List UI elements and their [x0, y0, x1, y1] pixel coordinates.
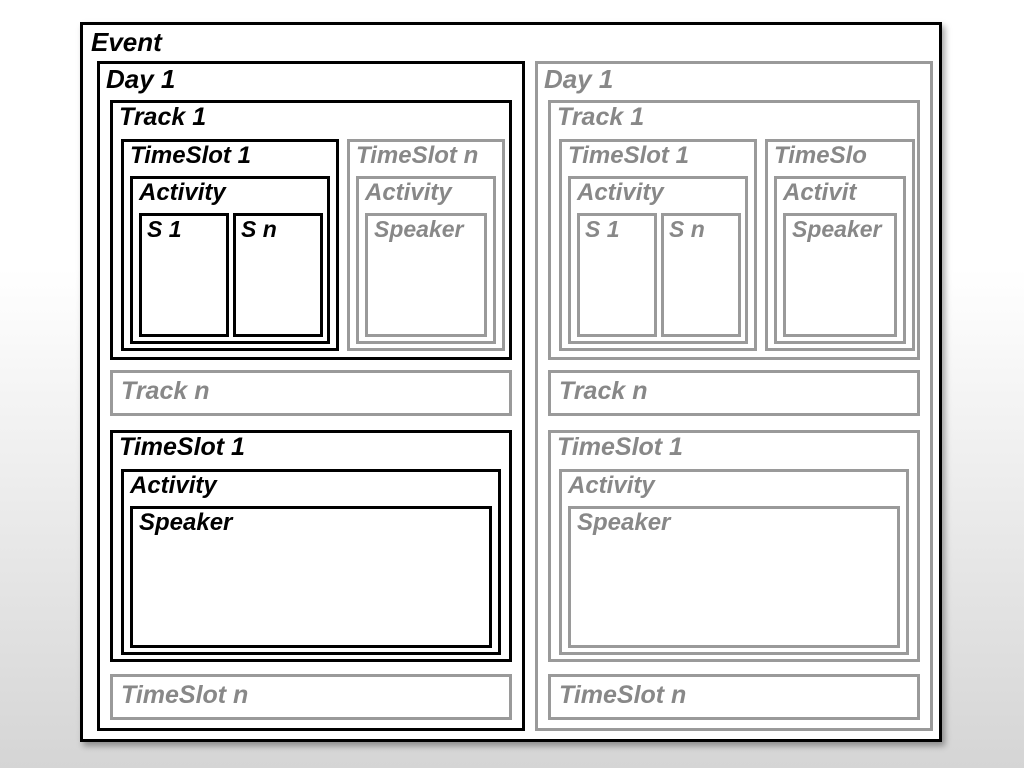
left-ts1-s1-box: S 1	[139, 213, 229, 337]
left-tsn-title: TimeSlot n	[356, 142, 478, 170]
left-tsn-activity-label: Activity	[365, 179, 452, 207]
left-day-box: Day 1 Track 1 TimeSlot 1 Activity S 1 S …	[97, 61, 525, 731]
right-timeslotn-label: TimeSlot n	[559, 681, 686, 710]
right-ts1-activity-box: Activity S 1 S n	[568, 176, 748, 344]
right-tsn-activity-label: Activit	[783, 179, 856, 207]
right-tsn-speaker-label: Speaker	[792, 216, 892, 242]
right-day-box: Day 1 Track 1 TimeSlot 1 Activity S 1 S …	[535, 61, 933, 731]
left-tsn-speaker-label: Speaker	[374, 216, 464, 243]
left-tsn-speaker-box: Speaker	[365, 213, 487, 337]
left-ts1-sn-box: S n	[233, 213, 323, 337]
left-ts1-sn-label: S n	[241, 216, 277, 243]
left-timeslot1-title: TimeSlot 1	[119, 433, 245, 462]
right-track1-title: Track 1	[557, 103, 644, 132]
left-timeslot1-speaker-box: Speaker	[130, 506, 492, 648]
right-trackn-label: Track n	[559, 377, 647, 406]
left-timeslot1-speaker-label: Speaker	[139, 509, 232, 537]
right-ts1-sn-box: S n	[661, 213, 741, 337]
right-timeslot1-box: TimeSlot 1 Activity Speaker	[548, 430, 920, 662]
left-timeslot1-activity-label: Activity	[130, 472, 217, 500]
right-timeslot1-speaker-box: Speaker	[568, 506, 900, 648]
left-timeslotn-label: TimeSlot n	[121, 681, 248, 710]
left-tsn-activity-box: Activity Speaker	[356, 176, 496, 344]
right-ts1-box: TimeSlot 1 Activity S 1 S n	[559, 139, 757, 351]
right-track1-box: Track 1 TimeSlot 1 Activity S 1 S n Time…	[548, 100, 920, 360]
left-trackn-label: Track n	[121, 377, 209, 406]
left-ts1-s1-label: S 1	[147, 216, 182, 243]
left-timeslot1-activity-box: Activity Speaker	[121, 469, 501, 655]
left-track1-box: Track 1 TimeSlot 1 Activity S 1 S n Time…	[110, 100, 512, 360]
left-track1-title: Track 1	[119, 103, 206, 132]
right-timeslotn-box: TimeSlot n	[548, 674, 920, 720]
right-tsn-speaker-box: Speaker	[783, 213, 897, 337]
right-ts1-sn-label: S n	[669, 216, 705, 243]
right-ts1-s1-label: S 1	[585, 216, 620, 243]
right-timeslot1-title: TimeSlot 1	[557, 433, 683, 462]
event-title: Event	[91, 27, 162, 58]
left-ts1-title: TimeSlot 1	[130, 142, 251, 170]
right-trackn-box: Track n	[548, 370, 920, 416]
right-ts1-s1-box: S 1	[577, 213, 657, 337]
event-box: Event Day 1 Track 1 TimeSlot 1 Activity …	[80, 22, 942, 742]
right-timeslot1-activity-box: Activity Speaker	[559, 469, 909, 655]
left-timeslot1-box: TimeSlot 1 Activity Speaker	[110, 430, 512, 662]
left-trackn-box: Track n	[110, 370, 512, 416]
right-tsn-activity-box: Activit Speaker	[774, 176, 906, 344]
right-tsn-box: TimeSlo Activit Speaker	[765, 139, 915, 351]
left-ts1-activity-label: Activity	[139, 179, 226, 207]
left-ts1-box: TimeSlot 1 Activity S 1 S n	[121, 139, 339, 351]
right-tsn-title: TimeSlo	[774, 142, 867, 170]
right-day-label: Day 1	[544, 64, 613, 95]
left-tsn-box: TimeSlot n Activity Speaker	[347, 139, 505, 351]
left-day-label: Day 1	[106, 64, 175, 95]
right-timeslot1-speaker-label: Speaker	[577, 509, 670, 537]
right-ts1-title: TimeSlot 1	[568, 142, 689, 170]
left-ts1-activity-box: Activity S 1 S n	[130, 176, 330, 344]
left-timeslotn-box: TimeSlot n	[110, 674, 512, 720]
right-ts1-activity-label: Activity	[577, 179, 664, 207]
right-timeslot1-activity-label: Activity	[568, 472, 655, 500]
